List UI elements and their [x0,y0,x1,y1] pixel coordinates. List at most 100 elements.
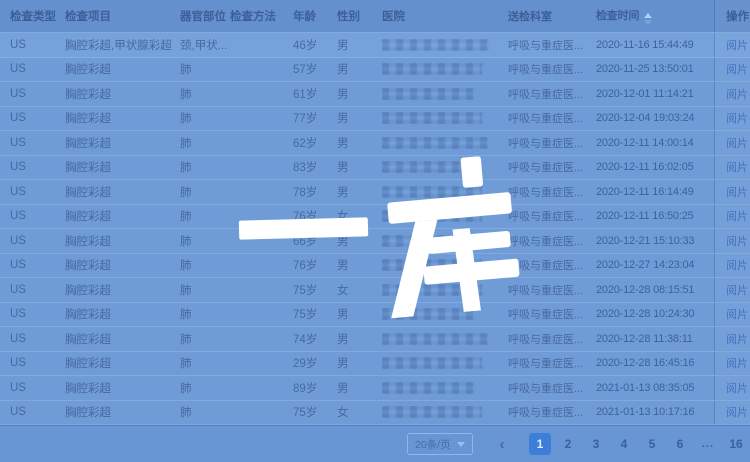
cell-hospital [382,112,508,124]
cell-exam-project: 胸腔彩超 [65,86,180,102]
cell-hospital [382,137,508,149]
read-film-link[interactable]: 阅片 [726,208,748,224]
read-film-link[interactable]: 阅片 [726,110,748,126]
table-row[interactable]: US 胸腔彩超 肺 76岁 男 呼吸与重症医... 2020-12-27 14:… [0,254,750,279]
cell-hospital [382,406,508,418]
cell-exam-type: US [0,137,65,149]
read-film-link[interactable]: 阅片 [726,86,748,102]
read-film-link[interactable]: 阅片 [726,135,748,151]
col-header-method: 检查方法 [230,8,293,24]
more-pages-button[interactable]: ... [697,433,719,455]
cell-exam-project: 胸腔彩超 [65,110,180,126]
cell-exam-type: US [0,284,65,296]
cell-exam-time: 2020-12-04 19:03:24 [596,112,714,124]
cell-exam-type: US [0,382,65,394]
table-row[interactable]: US 胸腔彩超 肺 74岁 男 呼吸与重症医... 2020-12-28 11:… [0,327,750,352]
table-row[interactable]: US 胸腔彩超 肺 75岁 女 呼吸与重症医... 2021-01-13 10:… [0,401,750,426]
prev-page-button[interactable]: ‹ [491,433,513,455]
cell-exam-time: 2020-12-28 10:24:30 [596,308,714,320]
table-row[interactable]: US 胸腔彩超 肺 83岁 男 呼吸与重症医... 2020-12-11 16:… [0,156,750,181]
table-row[interactable]: US 胸腔彩超 肺 29岁 男 呼吸与重症医... 2020-12-28 16:… [0,352,750,377]
col-header-exam-project: 检查项目 [65,8,180,24]
table-row[interactable]: US 胸腔彩超 肺 57岁 男 呼吸与重症医... 2020-11-25 13:… [0,58,750,83]
cell-hospital [382,161,508,173]
cell-age: 75岁 [293,306,337,322]
cell-exam-time: 2020-12-11 16:14:49 [596,186,714,198]
read-film-link[interactable]: 阅片 [726,257,748,273]
read-film-link[interactable]: 阅片 [726,282,748,298]
table-row[interactable]: US 胸腔彩超 肺 78岁 男 呼吸与重症医... 2020-12-11 16:… [0,180,750,205]
page-button[interactable]: 2 [557,433,579,455]
cell-age: 66岁 [293,233,337,249]
read-film-link[interactable]: 阅片 [726,184,748,200]
cell-age: 76岁 [293,208,337,224]
cell-exam-project: 胸腔彩超 [65,184,180,200]
read-film-link[interactable]: 阅片 [726,355,748,371]
cell-exam-type: US [0,406,65,418]
table-row[interactable]: US 胸腔彩超 肺 61岁 男 呼吸与重症医... 2020-12-01 11:… [0,82,750,107]
cell-age: 57岁 [293,61,337,77]
page-button[interactable]: 4 [613,433,635,455]
sort-icon[interactable] [644,13,652,25]
read-film-link[interactable]: 阅片 [726,331,748,347]
hospital-redacted-block [382,406,482,418]
cell-exam-type: US [0,39,65,51]
table-row[interactable]: US 胸腔彩超 肺 77岁 男 呼吸与重症医... 2020-12-04 19:… [0,107,750,132]
cell-exam-type: US [0,357,65,369]
cell-exam-time: 2021-01-13 08:35:05 [596,382,714,394]
table-row[interactable]: US 胸腔彩超 肺 89岁 男 呼吸与重症医... 2021-01-13 08:… [0,376,750,401]
cell-gender: 女 [337,404,382,420]
read-film-link[interactable]: 阅片 [726,404,748,420]
read-film-link[interactable]: 阅片 [726,233,748,249]
table-row[interactable]: US 胸腔彩超 肺 75岁 男 呼吸与重症医... 2020-12-28 10:… [0,303,750,328]
hospital-redacted-block [382,186,482,198]
cell-department: 呼吸与重症医... [508,159,596,175]
cell-hospital [382,210,508,222]
chevron-down-icon [457,442,465,447]
cell-gender: 男 [337,110,382,126]
table-row[interactable]: US 胸腔彩超 肺 62岁 男 呼吸与重症医... 2020-12-11 14:… [0,131,750,156]
read-film-link[interactable]: 阅片 [726,159,748,175]
read-film-link[interactable]: 阅片 [726,37,748,53]
table-row[interactable]: US 胸腔彩超,甲状腺彩超 颈,甲状... 46岁 男 呼吸与重症医... 20… [0,33,750,58]
cell-exam-type: US [0,161,65,173]
page-button[interactable]: 6 [669,433,691,455]
cell-department: 呼吸与重症医... [508,331,596,347]
cell-exam-type: US [0,308,65,320]
exam-list-screen: 检查类型 检查项目 器官部位 检查方法 年龄 性别 医院 送检科室 检查时间 操… [0,0,750,462]
cell-exam-project: 胸腔彩超 [65,404,180,420]
cell-exam-time: 2020-12-11 14:00:14 [596,137,714,149]
table-row[interactable]: US 胸腔彩超 肺 76岁 女 呼吸与重症医... 2020-12-11 16:… [0,205,750,230]
cell-organ: 肺 [180,86,230,102]
cell-age: 89岁 [293,380,337,396]
col-header-exam-time[interactable]: 检查时间 [596,7,714,25]
cell-department: 呼吸与重症医... [508,257,596,273]
hospital-redacted-block [382,137,489,149]
cell-gender: 男 [337,380,382,396]
cell-organ: 肺 [180,257,230,273]
read-film-link[interactable]: 阅片 [726,61,748,77]
cell-age: 29岁 [293,355,337,371]
cell-age: 83岁 [293,159,337,175]
cell-organ: 肺 [180,233,230,249]
page-size-select[interactable]: 20条/页 [407,433,473,455]
table-row[interactable]: US 胸腔彩超 肺 66岁 男 呼吸与重症医... 2020-12-21 15:… [0,229,750,254]
cell-hospital [382,39,508,51]
cell-actions: 阅片 [714,82,750,106]
page-button[interactable]: 5 [641,433,663,455]
cell-gender: 女 [337,208,382,224]
cell-department: 呼吸与重症医... [508,404,596,420]
cell-organ: 肺 [180,404,230,420]
read-film-link[interactable]: 阅片 [726,306,748,322]
page-button[interactable]: 16 [725,433,747,455]
cell-exam-type: US [0,259,65,271]
read-film-link[interactable]: 阅片 [726,380,748,396]
hospital-redacted-block [382,259,482,271]
page-button[interactable]: 3 [585,433,607,455]
cell-actions: 阅片 [714,352,750,376]
page-button[interactable]: 1 [529,433,551,455]
cell-exam-project: 胸腔彩超 [65,282,180,298]
table-row[interactable]: US 胸腔彩超 肺 75岁 女 呼吸与重症医... 2020-12-28 08:… [0,278,750,303]
cell-age: 61岁 [293,86,337,102]
cell-department: 呼吸与重症医... [508,61,596,77]
